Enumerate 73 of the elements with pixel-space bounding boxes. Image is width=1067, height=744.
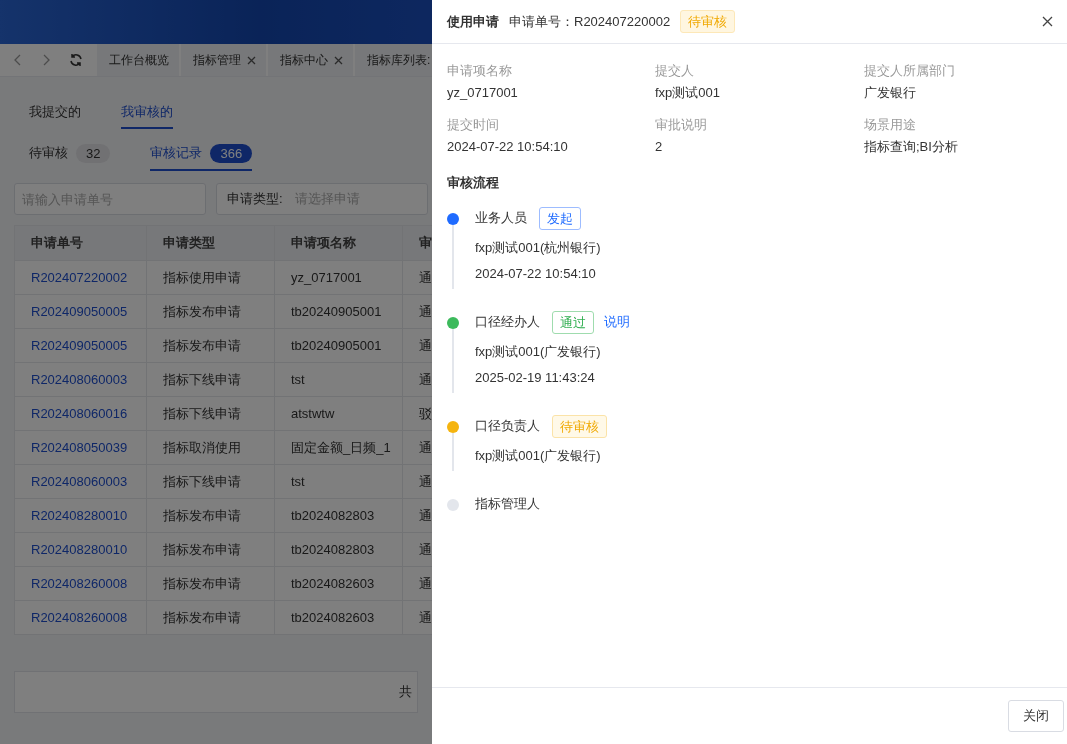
count-badge: 366 xyxy=(210,143,253,163)
note-link[interactable]: 说明 xyxy=(604,313,630,331)
step-detail: fxp测试001(广发银行) xyxy=(475,448,602,464)
field-value: 广发银行 xyxy=(864,84,917,102)
table-cell: 指标发布申请 xyxy=(146,600,275,635)
step-detail: 2025-02-19 11:43:24 xyxy=(475,370,596,386)
step-tag: 通过 xyxy=(552,310,594,334)
view-tab[interactable]: 我审核的 xyxy=(121,97,173,129)
table-cell: 指标下线申请 xyxy=(146,362,275,397)
table-cell: tb2024082603 xyxy=(274,566,403,601)
step-role: 指标管理人 xyxy=(475,495,540,513)
step-role: 口径经办人 xyxy=(475,313,540,331)
table-cell: 指标取消使用 xyxy=(146,430,275,465)
nav-tab[interactable]: 工作台概览 xyxy=(97,44,179,76)
table-cell: 指标下线申请 xyxy=(146,464,275,499)
table-cell: tst xyxy=(274,464,403,499)
table-cell: 指标下线申请 xyxy=(146,396,275,431)
total-text: 共 xyxy=(399,683,413,701)
field-label: 审批说明 xyxy=(655,116,708,134)
table-cell: yz_0717001 xyxy=(274,260,403,295)
column-header: 申请项名称 xyxy=(274,225,403,261)
table-cell: tb20240905001 xyxy=(274,294,403,329)
table-cell: tb2024082803 xyxy=(274,498,403,533)
back-icon[interactable] xyxy=(13,54,23,66)
status-tab[interactable]: 待审核 32 xyxy=(29,137,111,171)
table-cell: tb2024082603 xyxy=(274,600,403,635)
section-title: 审核流程 xyxy=(447,174,500,192)
table-cell: tb2024082803 xyxy=(274,532,403,567)
field-label: 提交时间 xyxy=(447,116,500,134)
step-role: 口径负责人 xyxy=(475,417,540,435)
column-header: 申请单号 xyxy=(14,225,147,261)
table-cell: 固定金额_日频_1 xyxy=(274,430,403,465)
table-cell: tst xyxy=(274,362,403,397)
nav-tab[interactable]: 指标库列表: xyxy=(355,44,432,76)
field-value: 2 xyxy=(655,138,664,156)
table-cell: 指标使用申请 xyxy=(146,260,275,295)
step-detail: fxp测试001(杭州银行) xyxy=(475,240,602,256)
step-role: 业务人员 xyxy=(475,209,527,227)
step-detail: fxp测试001(广发银行) xyxy=(475,344,602,360)
table-cell: tb20240905001 xyxy=(274,328,403,363)
close-icon[interactable] xyxy=(1042,16,1053,27)
nav-tab[interactable]: 指标中心 xyxy=(268,44,353,76)
field-label: 提交人所属部门 xyxy=(864,62,956,80)
step-tag: 发起 xyxy=(539,206,581,230)
field-value: 2024-07-22 10:54:10 xyxy=(447,138,569,156)
field-value: 指标查询;BI分析 xyxy=(864,138,959,156)
table-cell: 指标发布申请 xyxy=(146,328,275,363)
table-cell: 指标发布申请 xyxy=(146,498,275,533)
forward-icon[interactable] xyxy=(41,54,51,66)
refresh-icon[interactable] xyxy=(69,53,83,67)
table-cell: atstwtw xyxy=(274,396,403,431)
request-number: 申请单号：R202407220002 xyxy=(509,12,671,31)
count-badge: 32 xyxy=(76,143,111,163)
field-label: 提交人 xyxy=(655,62,695,80)
column-header: 申请类型 xyxy=(146,225,275,261)
nav-tab[interactable]: 指标管理 xyxy=(181,44,266,76)
table-cell: 指标发布申请 xyxy=(146,532,275,567)
field-value: yz_0717001 xyxy=(447,84,519,102)
field-value: fxp测试001 xyxy=(655,84,722,102)
status-tab[interactable]: 审核记录 366 xyxy=(150,137,253,171)
column-header: 审 xyxy=(402,225,432,261)
drawer-title: 使用申请 xyxy=(447,12,499,31)
table-cell: 指标发布申请 xyxy=(146,294,275,329)
field-label: 场景用途 xyxy=(864,116,917,134)
step-detail: 2024-07-22 10:54:10 xyxy=(475,266,597,282)
status-tag: 待审核 xyxy=(680,10,736,33)
field-label: 申请项名称 xyxy=(447,62,513,80)
view-tab[interactable]: 我提交的 xyxy=(29,97,81,129)
close-button[interactable]: 关闭 xyxy=(1008,700,1064,732)
step-tag: 待审核 xyxy=(552,414,607,438)
tab-label: 审核记录 xyxy=(150,144,203,162)
table-cell: 指标发布申请 xyxy=(146,566,275,601)
tab-label: 待审核 xyxy=(29,144,68,162)
